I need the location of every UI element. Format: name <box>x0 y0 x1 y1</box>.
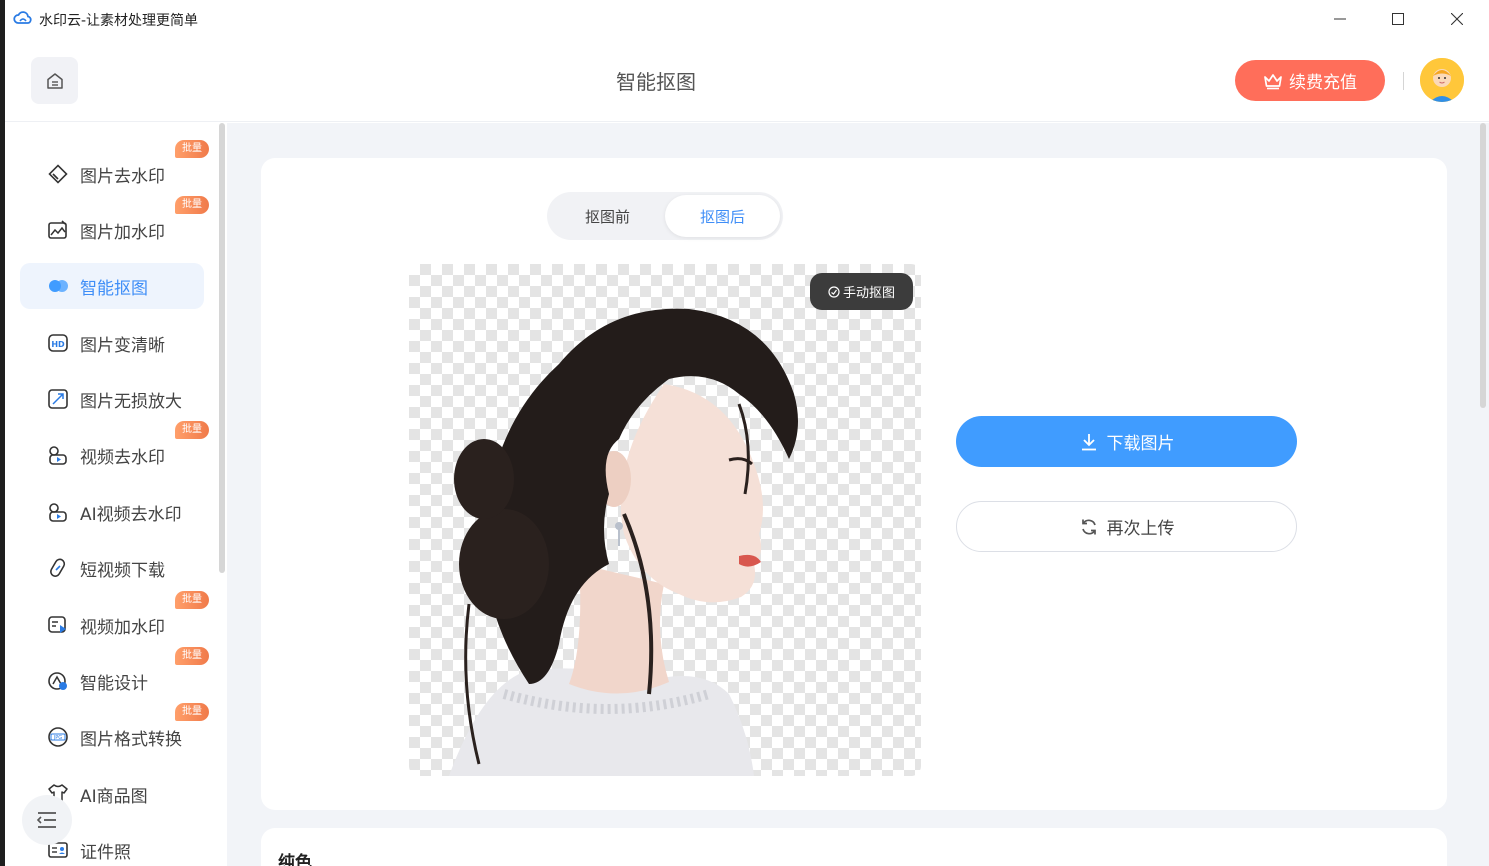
main-scrollbar[interactable] <box>1480 123 1486 408</box>
sidebar-item-label: AI视频去水印 <box>80 504 182 525</box>
sidebar-item-image-watermark-removal[interactable]: 图片去水印 批量 <box>20 140 209 197</box>
link-icon <box>47 557 69 579</box>
svg-text:JPG: JPG <box>53 735 62 741</box>
sidebar: 图片去水印 批量 图片加水印 批量 智能抠图 HD 图片变清晰 图片无损放大 视… <box>5 123 227 866</box>
refresh-icon <box>1081 518 1096 535</box>
svg-text:HD: HD <box>51 340 65 349</box>
edit-circle-icon <box>828 285 840 298</box>
sidebar-item-label: 图片去水印 <box>80 166 165 187</box>
sidebar-item-label: 图片无损放大 <box>80 391 182 412</box>
download-image-button[interactable]: 下载图片 <box>956 416 1297 467</box>
sidebar-item-video-watermark-removal[interactable]: 视频去水印 批量 <box>20 421 209 478</box>
title-bar: 水印云-让素材处理更简单 <box>5 0 1489 38</box>
batch-badge: 批量 <box>175 703 209 721</box>
app-logo-icon <box>13 9 33 29</box>
batch-badge: 批量 <box>175 140 209 158</box>
video-add-icon <box>47 614 69 636</box>
sidebar-item-label: 图片加水印 <box>80 222 165 243</box>
video-eraser-icon <box>47 444 69 466</box>
vip-renew-button[interactable]: 续费充值 <box>1235 60 1385 101</box>
sidebar-item-video-add-watermark[interactable]: 视频加水印 批量 <box>20 591 209 648</box>
sidebar-item-smart-cutout[interactable]: 智能抠图 <box>20 263 204 309</box>
manual-cutout-label: 手动抠图 <box>842 286 895 301</box>
app-window: 水印云-让素材处理更简单 智能抠图 续费充值 图片去水印 批量 图片加水印 批量… <box>5 0 1489 866</box>
cutout-preview: 手动抠图 <box>409 264 921 776</box>
sidebar-item-image-sharpen[interactable]: HD 图片变清晰 <box>20 320 204 366</box>
batch-badge: 批量 <box>175 647 209 665</box>
hd-icon: HD <box>47 332 69 354</box>
ai-video-eraser-icon <box>47 501 69 523</box>
close-icon <box>1451 13 1463 25</box>
tab-before-cutout[interactable]: 抠图前 <box>550 195 665 237</box>
sidebar-item-smart-design[interactable]: 智能设计 批量 <box>20 647 209 704</box>
design-icon <box>47 670 69 692</box>
sidebar-item-label: 图片格式转换 <box>80 729 182 750</box>
minimize-icon <box>1334 18 1346 20</box>
menu-collapse-icon <box>36 812 56 828</box>
batch-badge: 批量 <box>175 591 209 609</box>
enlarge-icon <box>47 388 69 410</box>
sidebar-item-ai-video-watermark-removal[interactable]: AI视频去水印 <box>20 489 204 535</box>
sidebar-item-label: 证件照 <box>80 842 131 863</box>
background-color-card: 纯色 <box>261 828 1447 866</box>
page-title: 智能抠图 <box>616 70 696 94</box>
solid-color-section-title: 纯色 <box>278 853 312 866</box>
sidebar-item-label: AI商品图 <box>80 786 148 807</box>
image-edit-icon <box>47 219 69 241</box>
sidebar-item-label: 短视频下载 <box>80 560 165 581</box>
sidebar-item-label: 智能抠图 <box>80 278 148 299</box>
batch-badge: 批量 <box>175 196 209 214</box>
main-content: 抠图前 抠图后 手动抠图 下载图片 再次上传 纯色 <box>227 123 1489 866</box>
close-button[interactable] <box>1428 0 1486 38</box>
sidebar-scrollbar[interactable] <box>219 123 225 573</box>
cutout-portrait-image <box>449 308 798 776</box>
sidebar-item-label: 智能设计 <box>80 673 148 694</box>
cutout-icon <box>47 275 69 297</box>
window-title: 水印云-让素材处理更简单 <box>39 13 199 29</box>
before-after-toggle: 抠图前 抠图后 <box>547 192 783 240</box>
crown-icon <box>1264 73 1282 89</box>
avatar[interactable] <box>1420 58 1464 102</box>
sidebar-item-label: 图片变清晰 <box>80 335 165 356</box>
maximize-icon <box>1392 13 1404 25</box>
sidebar-item-image-format-convert[interactable]: JPG 图片格式转换 批量 <box>20 703 209 760</box>
sidebar-item-short-video-download[interactable]: 短视频下载 <box>20 545 204 591</box>
maximize-button[interactable] <box>1369 0 1427 38</box>
tab-after-cutout[interactable]: 抠图后 <box>665 195 780 237</box>
sidebar-item-label: 视频加水印 <box>80 617 165 638</box>
sidebar-item-image-add-watermark[interactable]: 图片加水印 批量 <box>20 196 209 253</box>
eraser-icon <box>47 163 69 185</box>
batch-badge: 批量 <box>175 421 209 439</box>
reupload-button[interactable]: 再次上传 <box>956 501 1297 552</box>
avatar-image <box>1420 58 1464 102</box>
sidebar-collapse-button[interactable] <box>22 795 72 845</box>
sidebar-item-label: 视频去水印 <box>80 447 165 468</box>
header-divider <box>1403 72 1404 90</box>
download-image-label: 下载图片 <box>1106 434 1175 454</box>
jpg-icon: JPG <box>47 726 69 748</box>
result-card: 抠图前 抠图后 手动抠图 下载图片 再次上传 <box>261 158 1447 810</box>
minimize-button[interactable] <box>1311 0 1369 38</box>
app-header: 智能抠图 续费充值 <box>5 38 1489 122</box>
download-icon <box>1081 433 1096 450</box>
reupload-label: 再次上传 <box>1106 519 1175 539</box>
vip-renew-label: 续费充值 <box>1289 73 1357 93</box>
sidebar-item-lossless-enlarge[interactable]: 图片无损放大 <box>20 376 204 422</box>
manual-cutout-button[interactable]: 手动抠图 <box>810 273 913 310</box>
